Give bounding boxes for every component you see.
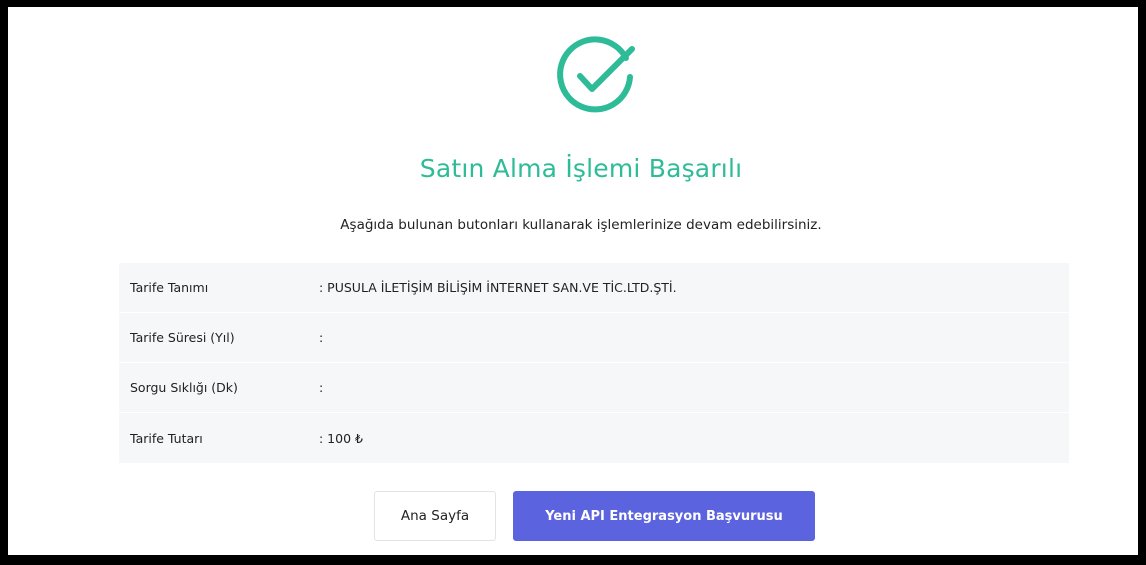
detail-label: Tarife Tanımı (130, 280, 209, 295)
success-page: Satın Alma İşlemi Başarılı Aşağıda bulun… (0, 0, 1146, 565)
detail-label: Sorgu Sıklığı (Dk) (130, 380, 238, 395)
detail-label: Tarife Tutarı (130, 430, 203, 446)
home-button[interactable]: Ana Sayfa (374, 491, 496, 541)
page-title: Satın Alma İşlemi Başarılı (419, 154, 743, 183)
detail-row-tariff-name: Tarife Tanımı : PUSULA İLETİŞİM BİLİŞİM … (119, 263, 1069, 313)
details-table: Tarife Tanımı : PUSULA İLETİŞİM BİLİŞİM … (119, 263, 1069, 463)
detail-row-query-frequency: Sorgu Sıklığı (Dk) : (119, 363, 1069, 413)
detail-value: : (319, 380, 324, 395)
detail-value: : PUSULA İLETİŞİM BİLİŞİM İNTERNET SAN.V… (319, 280, 677, 295)
page-subtitle: Aşağıda bulunan butonları kullanarak işl… (340, 217, 822, 233)
detail-value: : (319, 330, 324, 345)
detail-row-tariff-price: Tarife Tutarı : 100 ₺ (119, 413, 1069, 463)
detail-row-tariff-duration: Tarife Süresi (Yıl) : (119, 313, 1069, 363)
new-api-application-button[interactable]: Yeni API Entegrasyon Başvurusu (513, 491, 815, 541)
detail-label: Tarife Süresi (Yıl) (130, 330, 235, 345)
detail-value: : 100 ₺ (319, 430, 363, 446)
check-circle-icon (550, 32, 640, 122)
